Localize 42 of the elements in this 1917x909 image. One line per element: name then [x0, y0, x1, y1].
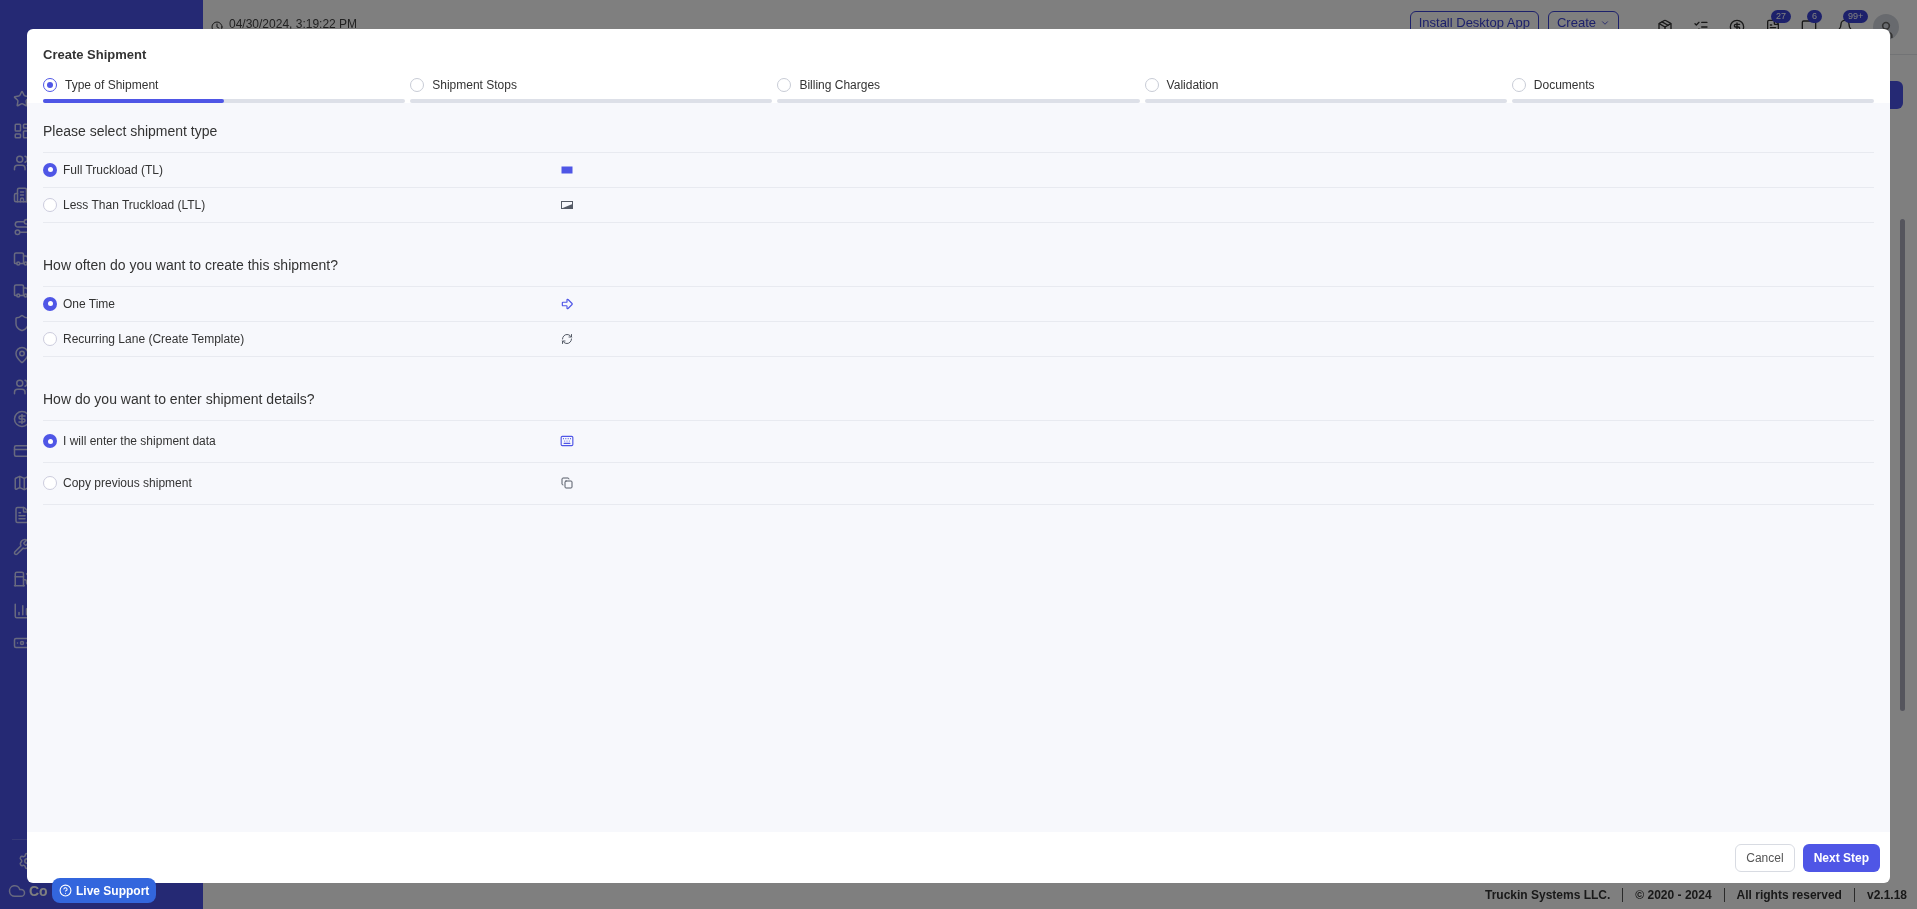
count-badge: 99+ [1843, 10, 1869, 23]
radio-icon[interactable] [43, 476, 57, 490]
refresh-icon [561, 332, 573, 345]
radio-option[interactable]: I will enter the shipment data [43, 432, 559, 450]
section-heading: Please select shipment type [43, 120, 1874, 153]
footer-text: All rights reserved [1736, 887, 1842, 904]
live-support-button[interactable]: Live Support [52, 878, 157, 903]
section-heading: How often do you want to create this shipment? [43, 254, 1874, 287]
radio-icon[interactable] [43, 162, 57, 177]
footer-text: © 2020 - 2024 [1635, 887, 1712, 904]
date-time: 04/30/2024, 3:19:22 PM [229, 16, 358, 33]
arrow-right-icon [560, 296, 574, 311]
rectangle-icon [561, 200, 573, 209]
keyboard-icon [560, 434, 574, 448]
step-tab[interactable]: Documents [1511, 75, 1874, 103]
radio-icon[interactable] [43, 197, 57, 212]
step-tab[interactable]: Billing Charges [777, 75, 1140, 103]
dialog-title: Create Shipment [43, 46, 148, 64]
help-icon [59, 884, 72, 897]
radio-option[interactable]: Copy previous shipment [43, 474, 559, 492]
radio-icon[interactable] [43, 296, 57, 311]
step-tab[interactable]: Type of Shipment [43, 75, 406, 103]
radio-option[interactable]: One Time [43, 294, 559, 313]
count-badge: 27 [1771, 10, 1791, 23]
radio-icon[interactable] [43, 434, 57, 448]
radio-option[interactable]: Less Than Truckload (LTL) [43, 195, 559, 214]
rectangle-icon [561, 165, 573, 174]
section-heading: How do you want to enter shipment details? [43, 388, 1874, 421]
footer-text: v2.1.18 [1866, 887, 1907, 904]
cancel-button[interactable]: Cancel [1735, 843, 1795, 872]
step-tab[interactable]: Validation [1144, 75, 1507, 103]
count-badge: 6 [1807, 10, 1822, 23]
chevron-down-icon [1600, 18, 1610, 28]
radio-icon[interactable] [43, 331, 57, 346]
scrollbar[interactable] [1900, 219, 1905, 711]
cloud-icon[interactable] [8, 882, 26, 900]
radio-option[interactable]: Full Truckload (TL) [43, 160, 559, 179]
radio-option[interactable]: Recurring Lane (Create Template) [43, 329, 559, 348]
next-step-button[interactable]: Next Step [1802, 843, 1880, 872]
footer-text: Truckin Systems LLC. [1484, 887, 1611, 904]
copy-icon [561, 477, 573, 489]
step-tab[interactable]: Shipment Stops [410, 75, 773, 103]
